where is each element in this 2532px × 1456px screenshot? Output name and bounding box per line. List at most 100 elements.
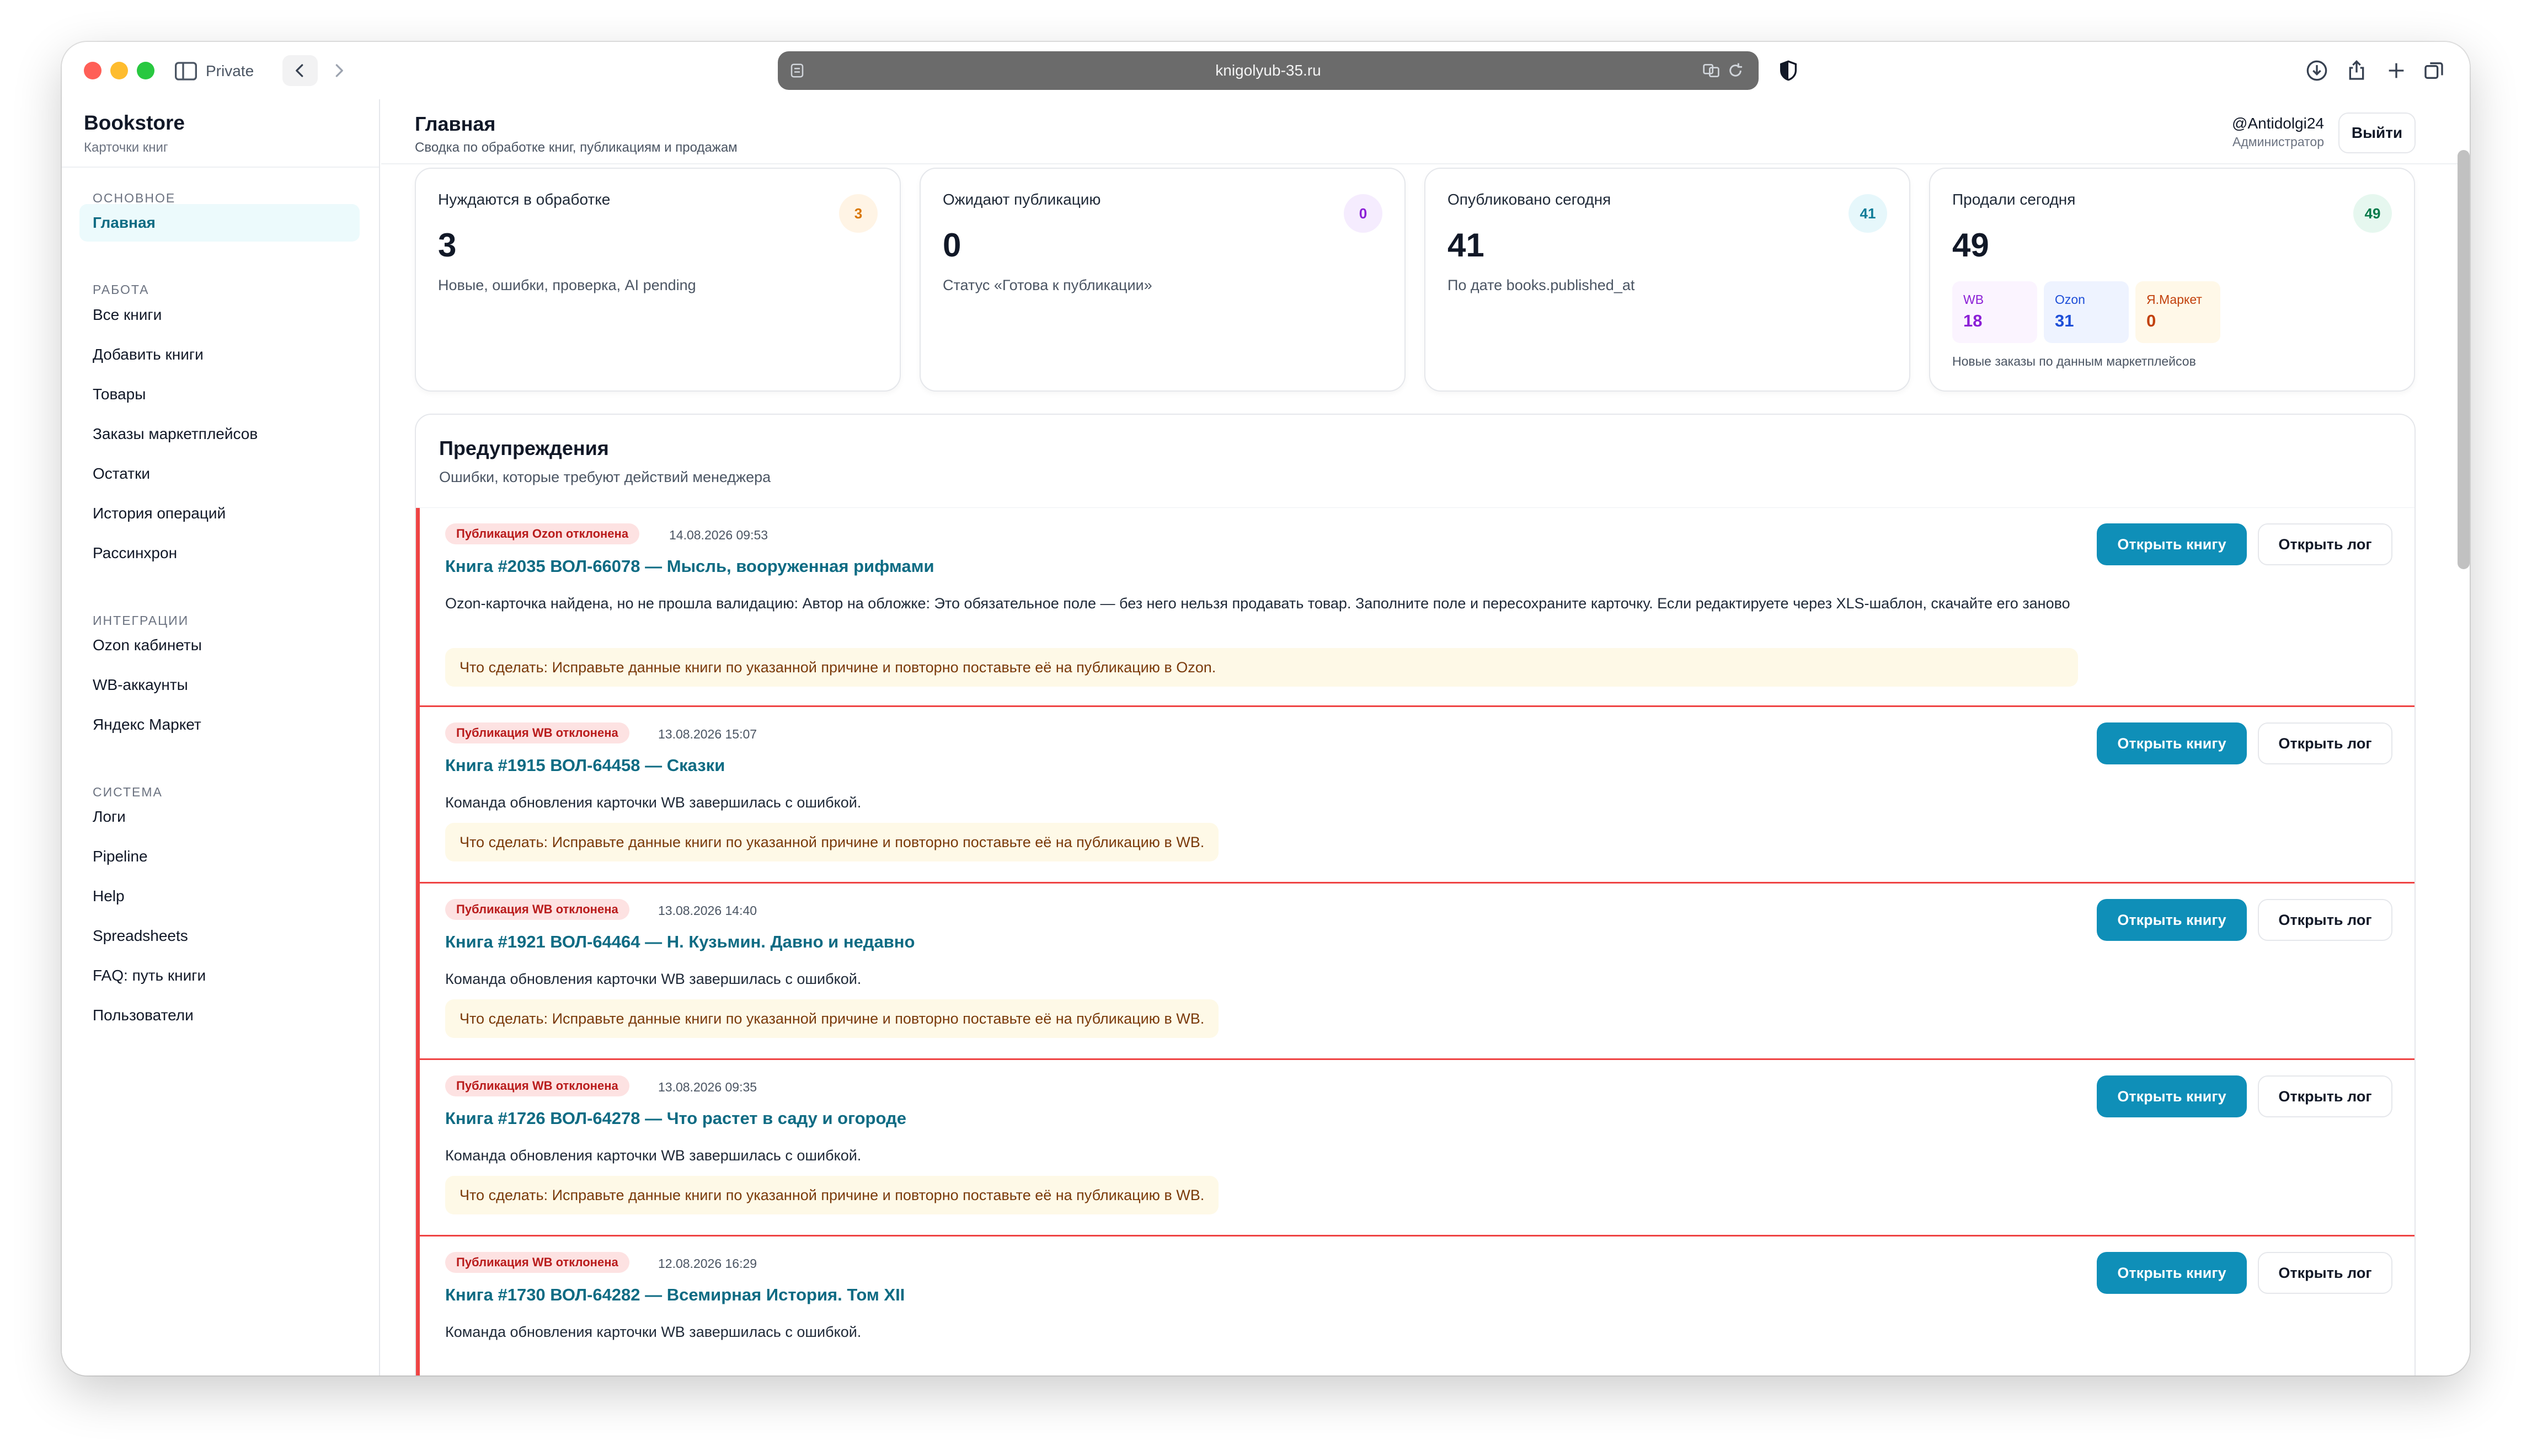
main-content: Главная Сводка по обработке книг, публик…: [381, 99, 2470, 1375]
sidebar-item-ozon-cabinets[interactable]: Ozon кабинеты: [79, 627, 360, 664]
sidebar-item-desync[interactable]: Рассинхрон: [79, 534, 360, 572]
page-header: Главная Сводка по обработке книг, публик…: [381, 99, 2470, 164]
sidebar-item-faq[interactable]: FAQ: путь книги: [79, 957, 360, 994]
book-title-link[interactable]: Книга #1730 ВОЛ-64282 — Всемирная Истори…: [445, 1285, 905, 1305]
tabs-icon: [2424, 62, 2443, 79]
book-title-link[interactable]: Книга #2035 ВОЛ-66078 — Мысль, вооруженн…: [445, 556, 934, 576]
warning-action: Что сделать: Исправьте данные книги по у…: [445, 1176, 1219, 1214]
close-window-button[interactable]: [84, 62, 102, 79]
sidebar-item-wb-accounts[interactable]: WB-аккаунты: [79, 666, 360, 704]
nav-section-main: ОСНОВНОЕ: [93, 191, 176, 205]
sidebar: Bookstore Карточки книг ОСНОВНОЕ Главная…: [62, 99, 380, 1375]
book-title-link[interactable]: Книга #1915 ВОЛ-64458 — Сказки: [445, 756, 725, 775]
stat-value: 41: [1447, 227, 1484, 264]
stat-label: Нуждаются в обработке: [438, 191, 611, 208]
page-title: Главная: [415, 113, 496, 135]
warning-action: Что сделать: Исправьте данные книги по у…: [445, 823, 1219, 861]
stat-card-awaiting-publication: Ожидают публикацию 0 0 Статус «Готова к …: [920, 168, 1406, 392]
translate-icon[interactable]: [1702, 62, 1720, 79]
stat-label: Продали сегодня: [1952, 191, 2076, 208]
sidebar-item-logs[interactable]: Логи: [79, 798, 360, 836]
url-text: knigolyub-35.ru: [1215, 62, 1321, 79]
marketplace-box-wb: WB 18: [1952, 281, 2037, 343]
stat-badge: 49: [2353, 194, 2392, 233]
forward-button[interactable]: [321, 55, 356, 86]
sidebar-icon: [175, 62, 197, 81]
open-book-button[interactable]: Открыть книгу: [2097, 523, 2247, 565]
warning-date: 13.08.2026 09:35: [658, 1080, 757, 1094]
sidebar-item-products[interactable]: Товары: [79, 376, 360, 413]
warning-action: Что сделать: Исправьте данные книги по у…: [445, 648, 2078, 687]
zoom-window-button[interactable]: [137, 62, 154, 79]
share-button[interactable]: [2342, 56, 2371, 85]
warning-item: Публикация WB отклонена 13.08.2026 09:35…: [416, 1060, 2415, 1236]
marketplace-name: Ozon: [2055, 292, 2085, 307]
reload-icon[interactable]: [1727, 62, 1744, 79]
brand-title: Bookstore: [84, 111, 185, 134]
sidebar-item-marketplace-orders[interactable]: Заказы маркетплейсов: [79, 415, 360, 453]
book-title-link[interactable]: Книга #1726 ВОЛ-64278 — Что растет в сад…: [445, 1109, 906, 1128]
address-bar[interactable]: knigolyub-35.ru: [778, 51, 1759, 90]
sidebar-item-help[interactable]: Help: [79, 877, 360, 915]
warning-date: 13.08.2026 15:07: [658, 727, 757, 741]
downloads-button[interactable]: [2303, 56, 2331, 85]
open-book-button[interactable]: Открыть книгу: [2097, 722, 2247, 764]
sidebar-item-yandex-market[interactable]: Яндекс Маркет: [79, 706, 360, 743]
sidebar-item-operations-history[interactable]: История операций: [79, 495, 360, 532]
marketplace-box-yandex: Я.Маркет 0: [2135, 281, 2220, 343]
warning-message: Команда обновления карточки WB завершила…: [445, 1147, 862, 1164]
brand-subtitle: Карточки книг: [84, 140, 168, 155]
warning-message: Команда обновления карточки WB завершила…: [445, 971, 862, 987]
stat-value: 3: [438, 227, 457, 264]
stat-badge: 0: [1344, 194, 1382, 233]
user-role: Администратор: [2232, 135, 2324, 149]
stat-card-needs-processing: Нуждаются в обработке 3 3 Новые, ошибки,…: [415, 168, 901, 392]
marketplace-box-ozon: Ozon 31: [2044, 281, 2129, 343]
sidebar-toggle-button[interactable]: Private: [175, 57, 254, 85]
status-badge: Публикация Ozon отклонена: [445, 523, 640, 544]
open-log-button[interactable]: Открыть лог: [2258, 1075, 2392, 1117]
warning-date: 12.08.2026 16:29: [658, 1256, 757, 1271]
marketplace-name: WB: [1963, 292, 1984, 307]
stat-card-published-today: Опубликовано сегодня 41 41 По дате books…: [1424, 168, 1910, 392]
warning-message: Команда обновления карточки WB завершила…: [445, 1324, 862, 1340]
sidebar-item-add-books[interactable]: Добавить книги: [79, 336, 360, 373]
open-log-button[interactable]: Открыть лог: [2258, 899, 2392, 941]
logout-button[interactable]: Выйти: [2338, 113, 2416, 153]
download-icon: [2306, 60, 2327, 81]
plus-icon: [2389, 63, 2404, 78]
warning-message: Ozon-карточка найдена, но не прошла вали…: [445, 595, 2070, 612]
user-name: @Antidolgi24: [2232, 115, 2324, 132]
sidebar-item-all-books[interactable]: Все книги: [79, 296, 360, 334]
sidebar-item-users[interactable]: Пользователи: [79, 997, 360, 1034]
scrollbar[interactable]: [2458, 150, 2470, 569]
book-title-link[interactable]: Книга #1921 ВОЛ-64464 — Н. Кузьмин. Давн…: [445, 932, 915, 952]
warning-date: 13.08.2026 14:40: [658, 903, 757, 918]
open-log-button[interactable]: Открыть лог: [2258, 1252, 2392, 1294]
page-subtitle: Сводка по обработке книг, публикациям и …: [415, 140, 738, 155]
privacy-shield-button[interactable]: [1776, 58, 1801, 83]
new-tab-button[interactable]: [2382, 56, 2411, 85]
open-book-button[interactable]: Открыть книгу: [2097, 1252, 2247, 1294]
marketplace-name: Я.Маркет: [2146, 292, 2202, 307]
open-log-button[interactable]: Открыть лог: [2258, 523, 2392, 565]
minimize-window-button[interactable]: [110, 62, 128, 79]
tab-overview-button[interactable]: [2419, 56, 2448, 85]
open-book-button[interactable]: Открыть книгу: [2097, 899, 2247, 941]
marketplaces-note: Новые заказы по данным маркетплейсов: [1952, 354, 2196, 368]
marketplace-value: 31: [2055, 311, 2074, 330]
sidebar-item-home[interactable]: Главная: [79, 204, 360, 242]
back-button[interactable]: [282, 55, 318, 86]
shield-icon: [1780, 60, 1797, 81]
status-badge: Публикация WB отклонена: [445, 722, 629, 743]
stat-badge: 41: [1849, 194, 1887, 233]
browser-window: Private knigolyub-35.ru Bookstore Карточ…: [62, 42, 2470, 1375]
sidebar-item-spreadsheets[interactable]: Spreadsheets: [79, 917, 360, 955]
open-log-button[interactable]: Открыть лог: [2258, 722, 2392, 764]
open-book-button[interactable]: Открыть книгу: [2097, 1075, 2247, 1117]
sidebar-item-pipeline[interactable]: Pipeline: [79, 838, 360, 875]
sidebar-item-stock[interactable]: Остатки: [79, 455, 360, 493]
warnings-subtitle: Ошибки, которые требуют действий менедже…: [439, 469, 771, 485]
marketplace-value: 0: [2146, 311, 2156, 330]
stat-description: По дате books.published_at: [1447, 277, 1635, 293]
